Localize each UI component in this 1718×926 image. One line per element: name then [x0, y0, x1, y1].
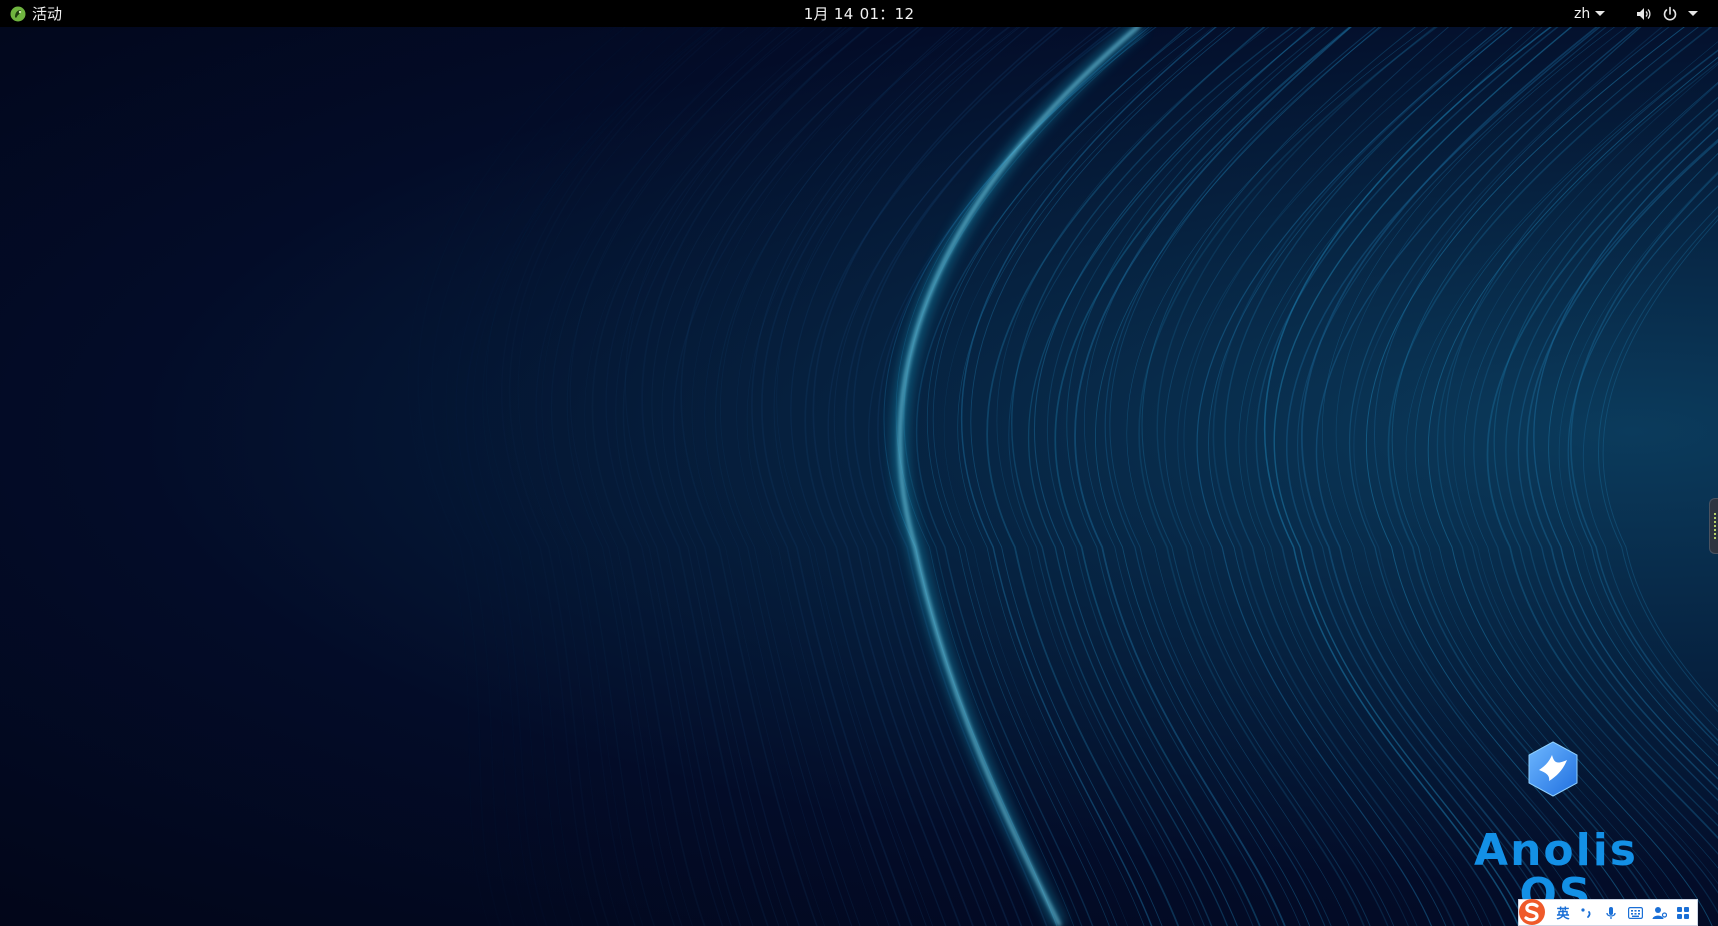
wallpaper-streak — [482, 27, 716, 926]
top-panel: 活动 1月 14 01：12 zh — [0, 0, 1718, 27]
wallpaper-streak — [407, 27, 617, 926]
handle-grip — [1714, 513, 1716, 541]
wallpaper-streak — [761, 27, 1011, 926]
desktop-screen: 活动 1月 14 01：12 zh Anolis OS 英 — [0, 0, 1718, 926]
wallpaper-streak — [1083, 27, 1353, 926]
chevron-down-icon — [1595, 11, 1606, 16]
system-menu[interactable] — [1636, 0, 1698, 27]
grid-icon[interactable] — [1675, 905, 1691, 921]
wallpaper-streak — [903, 27, 1154, 926]
wallpaper-streak — [464, 27, 704, 926]
wallpaper-streak — [1335, 27, 1628, 926]
ime-items: 英 — [1555, 900, 1691, 925]
wallpaper-streak — [605, 27, 855, 926]
ime-toolbar[interactable]: 英 — [1518, 899, 1698, 926]
wallpaper-streak — [455, 27, 682, 926]
wallpaper-streak — [550, 27, 791, 926]
clock-button[interactable]: 1月 14 01：12 — [759, 0, 959, 27]
desktop-wallpaper — [0, 27, 1718, 926]
keyboard-icon[interactable] — [1627, 905, 1643, 921]
wallpaper-streak — [1452, 63, 1718, 885]
wallpaper-streak — [517, 27, 750, 926]
input-method-menu[interactable]: zh — [1574, 0, 1606, 27]
wallpaper-streaks — [407, 27, 1718, 926]
wallpaper-streak — [661, 27, 920, 926]
wallpaper-streak — [1583, 206, 1718, 731]
wallpaper-streak — [1054, 27, 1352, 926]
user-icon[interactable] — [1651, 905, 1667, 921]
wallpaper-streak — [1010, 27, 1294, 926]
power-icon — [1663, 6, 1677, 21]
ime-mode-toggle[interactable]: 英 — [1555, 905, 1571, 922]
edge-drag-handle[interactable] — [1709, 498, 1718, 554]
wallpaper-streak — [996, 27, 1270, 926]
microphone-icon[interactable] — [1603, 905, 1619, 921]
wallpaper-streak — [1177, 27, 1487, 926]
wallpaper-streak — [883, 27, 1157, 926]
activities-button[interactable]: 活动 — [10, 0, 62, 27]
activities-label: 活动 — [32, 5, 63, 23]
wallpaper-streak — [1463, 81, 1718, 869]
anolis-activities-icon — [10, 6, 26, 21]
wallpaper-streak — [1046, 27, 1329, 926]
wallpaper-streak — [751, 27, 988, 926]
volume-icon — [1637, 7, 1651, 20]
wallpaper-streak — [1602, 219, 1718, 708]
wallpaper-streak — [1353, 27, 1663, 926]
clock-date: 1月 14 — [803, 5, 854, 23]
wallpaper-streak — [1095, 27, 1381, 926]
wallpaper-streak — [1208, 27, 1513, 926]
wallpaper-streak — [417, 27, 627, 926]
sogou-logo-icon[interactable] — [1517, 897, 1547, 926]
wallpaper-streak — [827, 27, 1102, 926]
chevron-down-icon — [1688, 11, 1698, 16]
wallpaper-streak — [569, 27, 806, 926]
clock-time: 01：12 — [859, 5, 915, 23]
anolis-logo-icon — [1528, 741, 1578, 797]
wallpaper-streak — [641, 27, 871, 926]
input-method-label: zh — [1574, 5, 1591, 22]
punctuation-icon[interactable] — [1579, 905, 1595, 921]
